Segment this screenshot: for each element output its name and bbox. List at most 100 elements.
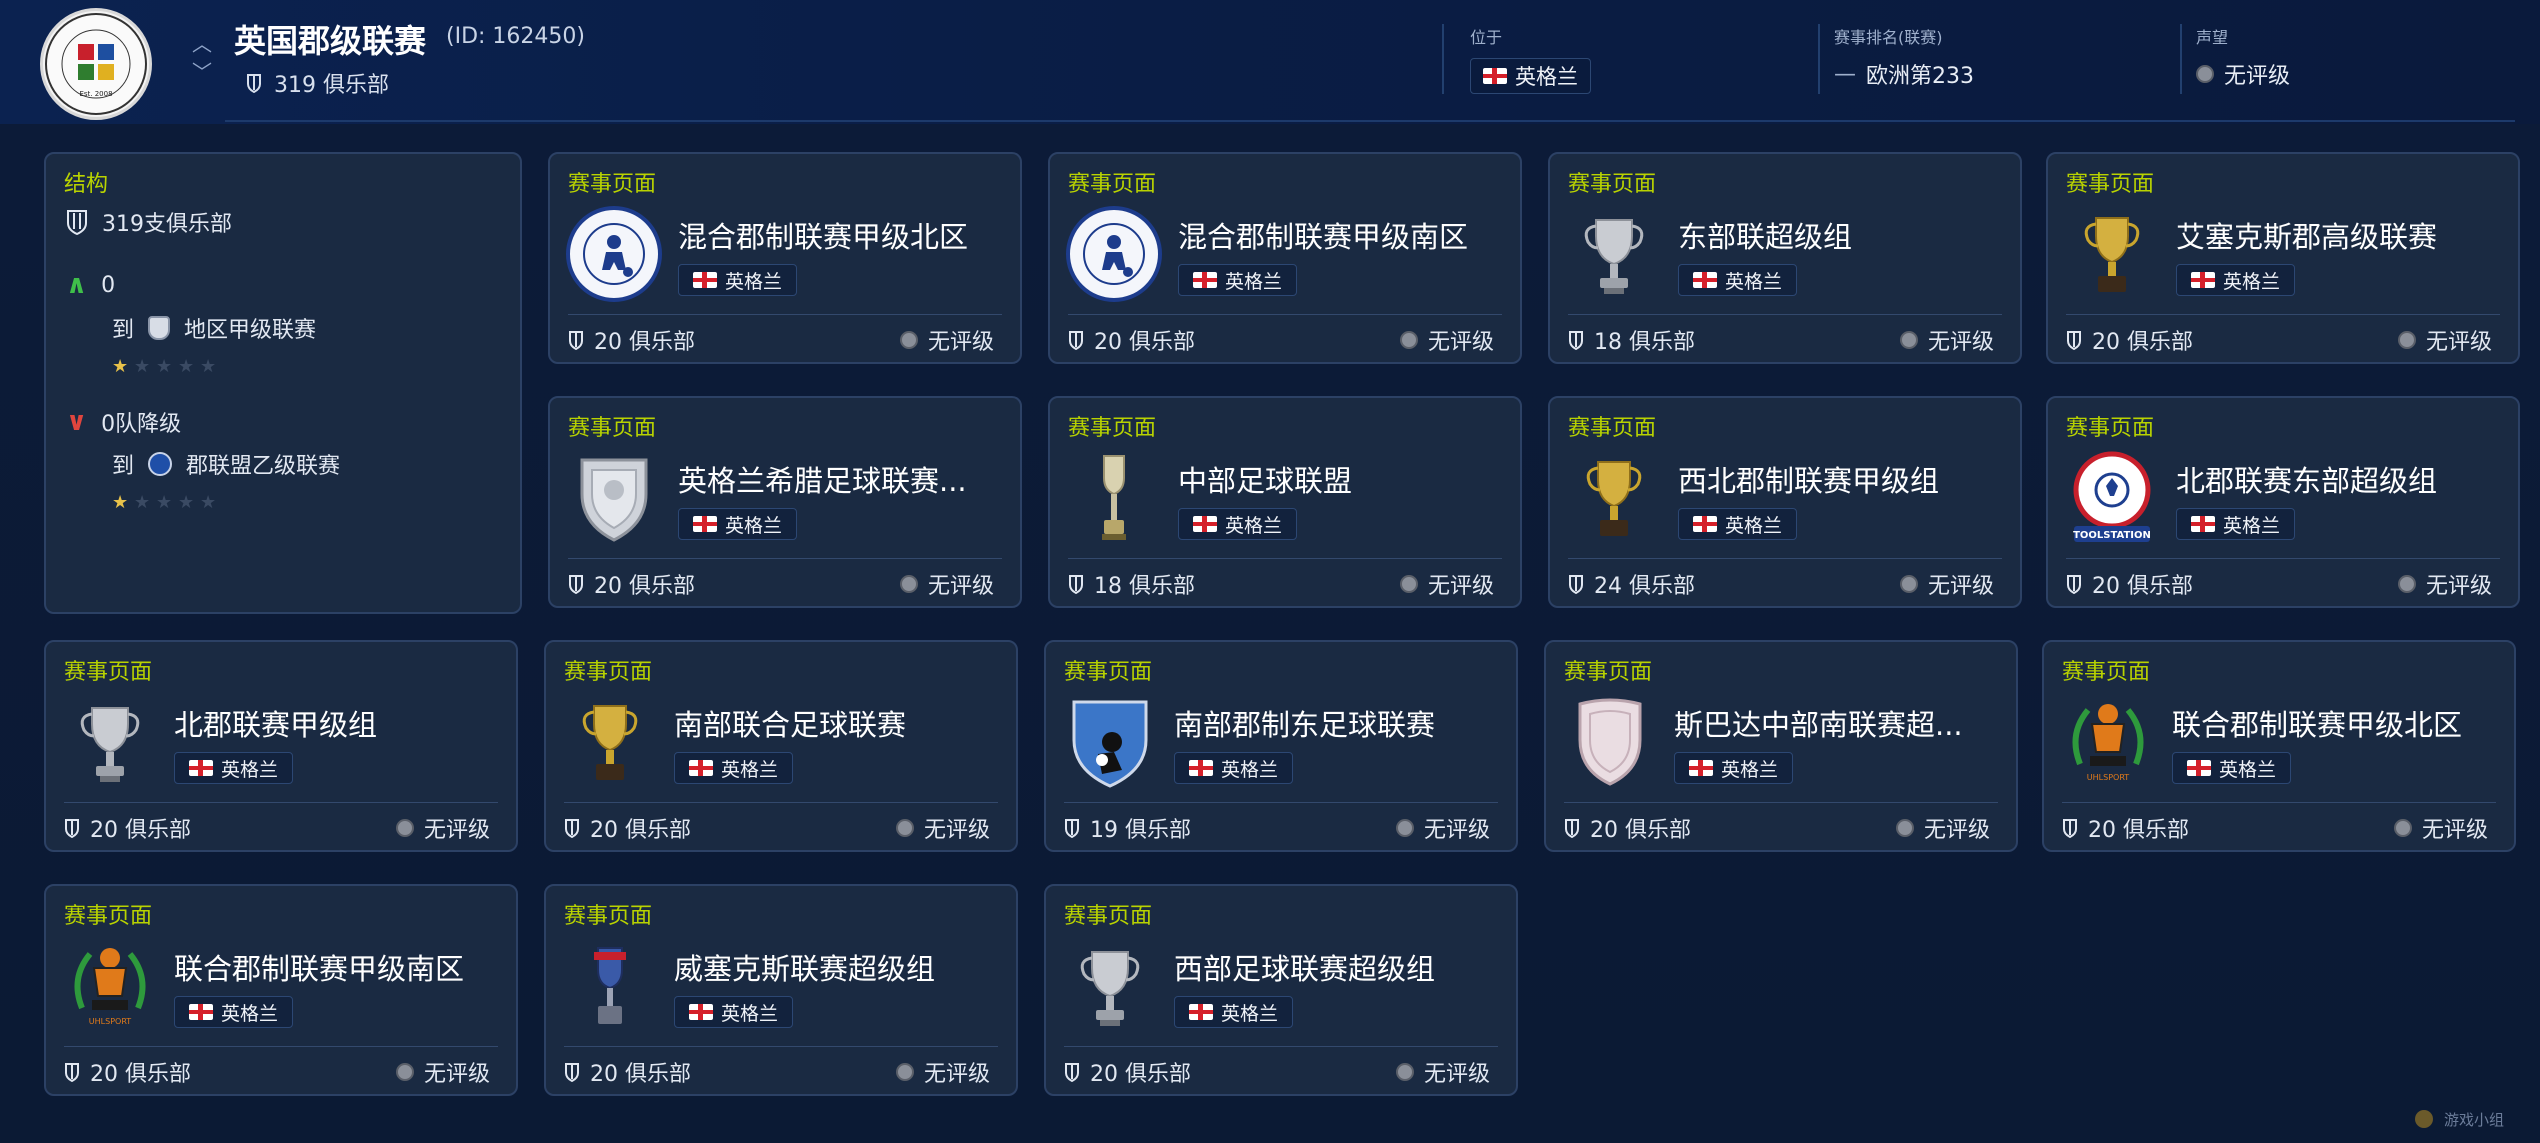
card-divider <box>1568 558 2002 559</box>
country-name: 英格兰 <box>721 758 779 781</box>
star-half-icon: ★ <box>112 356 129 377</box>
promotion-target-row[interactable]: 到 地区甲级联赛 <box>112 312 316 344</box>
card-rating: 无评级 <box>1395 812 1490 844</box>
rating-dot-icon <box>1395 1063 1414 1081</box>
silver-trophy-logo <box>1566 206 1662 302</box>
rating-dot-icon <box>1899 331 1918 349</box>
club-count-text: 20 俱乐部 <box>1590 818 1691 843</box>
competition-card[interactable]: 赛事页面 UHLSPORT 联合郡制联赛甲级南区 英格兰 20 俱乐部 无评级 <box>44 884 518 1096</box>
competition-name[interactable]: 中部足球联盟 <box>1178 458 1508 500</box>
card-section-label[interactable]: 赛事页面 <box>2062 654 2150 686</box>
header-underline <box>225 120 2515 122</box>
competition-name[interactable]: 混合郡制联赛甲级北区 <box>678 214 1008 256</box>
club-count-text: 20 俱乐部 <box>594 330 695 355</box>
card-section-label[interactable]: 赛事页面 <box>64 898 152 930</box>
location-country-chip[interactable]: 英格兰 <box>1470 58 1591 94</box>
competition-card[interactable]: 赛事页面 威塞克斯联赛超级组 英格兰 20 俱乐部 无评级 <box>544 884 1018 1096</box>
card-club-count: 20 俱乐部 <box>2066 324 2193 356</box>
country-chip[interactable]: 英格兰 <box>1174 996 1294 1028</box>
competition-card[interactable]: 赛事页面 UHLSPORT 联合郡制联赛甲级北区 英格兰 20 俱乐部 无评级 <box>2042 640 2516 852</box>
country-chip[interactable]: 英格兰 <box>1178 264 1298 296</box>
card-section-label[interactable]: 赛事页面 <box>64 654 152 686</box>
competition-card[interactable]: 赛事页面 混合郡制联赛甲级北区 英格兰 20 俱乐部 无评级 <box>548 152 1022 364</box>
star-empty-icon: ★ <box>134 356 151 377</box>
competition-card[interactable]: 赛事页面 斯巴达中部南联赛超... 英格兰 20 俱乐部 无评级 <box>1544 640 2018 852</box>
relegation-count: 0队降级 <box>101 412 182 437</box>
competition-card[interactable]: 赛事页面 东部联超级组 英格兰 18 俱乐部 无评级 <box>1548 152 2022 364</box>
country-chip[interactable]: 英格兰 <box>674 996 794 1028</box>
club-count-text: 20 俱乐部 <box>1090 1062 1191 1087</box>
card-rating: 无评级 <box>1899 568 1994 600</box>
england-flag-icon <box>689 1004 713 1020</box>
card-section-label[interactable]: 赛事页面 <box>1564 654 1652 686</box>
competition-card[interactable]: 赛事页面 英格兰希腊足球联赛... 英格兰 20 俱乐部 无评级 <box>548 396 1022 608</box>
competition-card[interactable]: 赛事页面 艾塞克斯郡高级联赛 英格兰 20 俱乐部 无评级 <box>2046 152 2520 364</box>
competition-name[interactable]: 东部联超级组 <box>1678 214 2008 256</box>
competition-name[interactable]: 北郡联赛甲级组 <box>174 702 504 744</box>
league-crest-icon <box>148 452 173 476</box>
card-section-label[interactable]: 赛事页面 <box>1568 410 1656 442</box>
card-section-label[interactable]: 赛事页面 <box>1064 654 1152 686</box>
competition-name[interactable]: 威塞克斯联赛超级组 <box>674 946 1004 988</box>
competition-card[interactable]: 赛事页面 中部足球联盟 英格兰 18 俱乐部 无评级 <box>1048 396 1522 608</box>
england-flag-icon <box>189 760 213 776</box>
country-chip[interactable]: 英格兰 <box>1678 508 1798 540</box>
competition-name[interactable]: 北郡联赛东部超级组 <box>2176 458 2506 500</box>
card-section-label[interactable]: 赛事页面 <box>564 654 652 686</box>
competition-card[interactable]: 赛事页面 西北郡制联赛甲级组 英格兰 24 俱乐部 无评级 <box>1548 396 2022 608</box>
card-section-label[interactable]: 赛事页面 <box>1068 410 1156 442</box>
competition-name[interactable]: 南部郡制东足球联赛 <box>1174 702 1504 744</box>
rating-dot-icon <box>1395 819 1414 837</box>
promotion-target[interactable]: 地区甲级联赛 <box>184 312 316 344</box>
card-section-label[interactable]: 赛事页面 <box>1568 166 1656 198</box>
competition-card[interactable]: 赛事页面 南部郡制东足球联赛 英格兰 19 俱乐部 无评级 <box>1044 640 1518 852</box>
card-rating: 无评级 <box>2397 324 2492 356</box>
competition-card[interactable]: 赛事页面 TOOLSTATION 北郡联赛东部超级组 英格兰 20 俱乐部 无评… <box>2046 396 2520 608</box>
country-chip[interactable]: 英格兰 <box>1178 508 1298 540</box>
club-count-text: 24 俱乐部 <box>1594 574 1695 599</box>
card-section-label[interactable]: 赛事页面 <box>1064 898 1152 930</box>
country-name: 英格兰 <box>725 270 783 293</box>
card-section-label[interactable]: 赛事页面 <box>1068 166 1156 198</box>
country-chip[interactable]: 英格兰 <box>2176 264 2296 296</box>
competition-name[interactable]: 联合郡制联赛甲级北区 <box>2172 702 2502 744</box>
competition-name[interactable]: 西北郡制联赛甲级组 <box>1678 458 2008 500</box>
competition-name[interactable]: 斯巴达中部南联赛超... <box>1674 702 2004 744</box>
country-chip[interactable]: 英格兰 <box>1174 752 1294 784</box>
card-section-label[interactable]: 赛事页面 <box>2066 410 2154 442</box>
card-section-label[interactable]: 赛事页面 <box>568 410 656 442</box>
england-flag-icon <box>1189 1004 1213 1020</box>
header-divider <box>1818 24 1820 94</box>
country-chip[interactable]: 英格兰 <box>678 508 798 540</box>
card-club-count: 20 俱乐部 <box>1068 324 1195 356</box>
card-section-label[interactable]: 赛事页面 <box>564 898 652 930</box>
rating-text: 无评级 <box>1927 330 1994 355</box>
card-section-label[interactable]: 赛事页面 <box>2066 166 2154 198</box>
country-chip[interactable]: 英格兰 <box>678 264 798 296</box>
competition-name[interactable]: 混合郡制联赛甲级南区 <box>1178 214 1508 256</box>
country-chip[interactable]: 英格兰 <box>1674 752 1794 784</box>
relegation-target[interactable]: 郡联盟乙级联赛 <box>186 448 340 480</box>
competition-name[interactable]: 南部联合足球联赛 <box>674 702 1004 744</box>
card-section-label[interactable]: 赛事页面 <box>568 166 656 198</box>
competition-name[interactable]: 西部足球联赛超级组 <box>1174 946 1504 988</box>
country-chip[interactable]: 英格兰 <box>1678 264 1798 296</box>
chevron-down-icon[interactable]: ﹀ <box>190 58 214 86</box>
competition-name[interactable]: 艾塞克斯郡高级联赛 <box>2176 214 2506 256</box>
relegation-target-row[interactable]: 到 郡联盟乙级联赛 <box>112 448 340 480</box>
country-chip[interactable]: 英格兰 <box>674 752 794 784</box>
competition-name[interactable]: 英格兰希腊足球联赛... <box>678 458 1008 500</box>
country-chip[interactable]: 英格兰 <box>2176 508 2296 540</box>
competition-card[interactable]: 赛事页面 北郡联赛甲级组 英格兰 20 俱乐部 无评级 <box>44 640 518 852</box>
competition-card[interactable]: 赛事页面 混合郡制联赛甲级南区 英格兰 20 俱乐部 无评级 <box>1048 152 1522 364</box>
country-chip[interactable]: 英格兰 <box>2172 752 2292 784</box>
country-chip[interactable]: 英格兰 <box>174 996 294 1028</box>
competition-card[interactable]: 赛事页面 南部联合足球联赛 英格兰 20 俱乐部 无评级 <box>544 640 1018 852</box>
card-rating: 无评级 <box>899 324 994 356</box>
reputation-block: 声望 无评级 <box>2196 24 2290 104</box>
competition-name[interactable]: 联合郡制联赛甲级南区 <box>174 946 504 988</box>
chevron-up-icon[interactable]: ︿ <box>190 30 214 58</box>
competition-card[interactable]: 赛事页面 西部足球联赛超级组 英格兰 20 俱乐部 无评级 <box>1044 884 1518 1096</box>
svg-text:TOOLSTATION: TOOLSTATION <box>2073 530 2151 541</box>
country-chip[interactable]: 英格兰 <box>174 752 294 784</box>
